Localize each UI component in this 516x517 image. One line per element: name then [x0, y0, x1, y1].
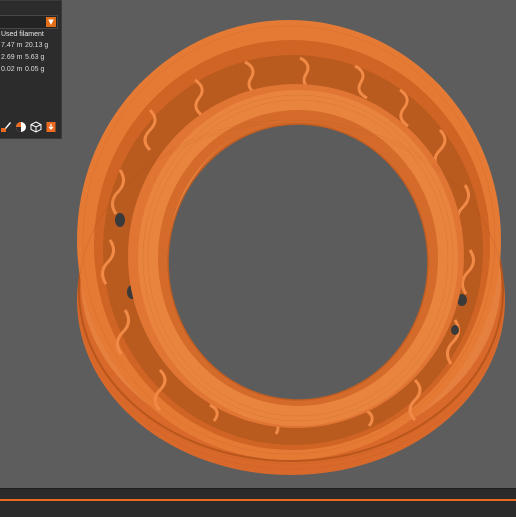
filament-length: 2.69 m [1, 54, 23, 61]
center-hole [168, 124, 428, 400]
filament-weight: 5.63 g [24, 54, 45, 61]
column-header-used-filament: Used filament [1, 31, 44, 38]
filament-length: 7.47 m [1, 42, 23, 49]
filament-length: 0.02 m [1, 66, 23, 73]
export-icon[interactable] [45, 121, 57, 133]
filament-row: 0.02 m 0.05 g [1, 66, 44, 73]
chevron-down-icon: ▼ [48, 18, 54, 26]
legend-panel: ▼ Used filament 7.47 m 20.13 g 2.69 m 5.… [0, 0, 62, 139]
contrast-icon[interactable] [15, 121, 27, 133]
filament-weight: 0.05 g [24, 66, 45, 73]
cube-icon[interactable] [30, 121, 42, 133]
dropdown-button[interactable]: ▼ [46, 17, 56, 27]
filament-weight: 20.13 g [24, 42, 49, 49]
filament-row: 7.47 m 20.13 g [1, 42, 48, 49]
layer-slider-track[interactable] [0, 499, 516, 501]
legend-toolbar [0, 119, 62, 135]
3d-viewport[interactable] [0, 0, 516, 516]
view-type-select[interactable]: ▼ [0, 15, 58, 29]
filament-row: 2.69 m 5.63 g [1, 54, 44, 61]
brush-icon[interactable] [0, 121, 12, 133]
sliced-ring-model[interactable] [0, 0, 516, 516]
bottom-bar [0, 488, 516, 517]
